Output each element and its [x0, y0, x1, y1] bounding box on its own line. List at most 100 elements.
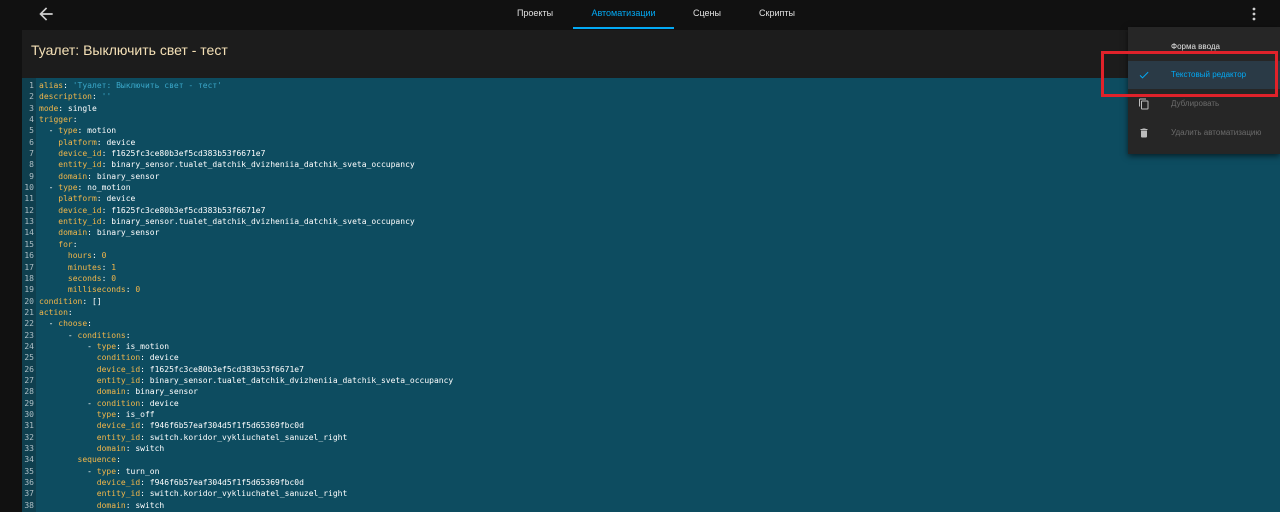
code-text: - choose: [36, 319, 92, 328]
menu-item-delete[interactable]: Удалить автоматизацию [1128, 119, 1280, 147]
code-lines: 1 alias: 'Туалет: Выключить свет - тест' 2… [22, 80, 453, 511]
yaml-value: device [149, 353, 179, 363]
code-line: 3 mode: single [22, 103, 453, 114]
code-text: entity_id: switch.koridor_vykliuchatel_s… [36, 433, 347, 442]
line-number: 13 [24, 217, 34, 227]
yaml-value: is_motion [125, 341, 170, 351]
code-text: domain: binary_sensor [36, 228, 159, 237]
code-text: platform: device [36, 194, 135, 203]
more-options-icon[interactable] [1246, 4, 1262, 24]
line-number: 18 [24, 273, 34, 283]
yaml-key: description [39, 92, 92, 102]
code-line: 33 domain: switch [22, 443, 453, 454]
yaml-key: hours [67, 251, 92, 261]
code-text: entity_id: binary_sensor.tualet_datchik_… [36, 376, 453, 385]
tab-automations[interactable]: Автоматизации [573, 0, 674, 29]
line-number: 17 [24, 262, 34, 272]
yaml-separator: : [116, 455, 121, 465]
code-line: 20 condition: [] [22, 296, 453, 307]
yaml-key: type [58, 126, 78, 136]
yaml-value: binary_sensor.tualet_datchik_dvizheniia_… [111, 160, 415, 170]
yaml-code-editor[interactable]: 1 alias: 'Туалет: Выключить свет - тест' 2… [22, 78, 1280, 512]
code-line: 26 device_id: f1625fc3ce80b3ef5cd383b53f… [22, 364, 453, 375]
code-text: milliseconds: 0 [36, 285, 140, 294]
tab-scenes[interactable]: Сцены [681, 0, 733, 29]
code-text: device_id: f1625fc3ce80b3ef5cd383b53f667… [36, 365, 304, 374]
line-number: 4 [29, 115, 34, 125]
trash-icon [1140, 128, 1148, 138]
line-number: 23 [24, 330, 34, 340]
code-text: mode: single [36, 104, 97, 113]
yaml-value: f1625fc3ce80b3ef5cd383b53f6671e7 [111, 149, 266, 159]
yaml-separator: : [67, 307, 73, 317]
line-number: 20 [24, 296, 34, 306]
code-text: device_id: f1625fc3ce80b3ef5cd383b53f667… [36, 206, 265, 215]
code-line: 7 device_id: f1625fc3ce80b3ef5cd383b53f6… [22, 148, 453, 159]
code-line: 12 device_id: f1625fc3ce80b3ef5cd383b53f… [22, 205, 453, 216]
yaml-separator: : [63, 81, 73, 90]
yaml-separator: : [116, 341, 126, 351]
code-line: 14 domain: binary_sensor [22, 227, 453, 238]
yaml-separator: : [140, 421, 150, 431]
code-text: condition: [] [36, 297, 102, 306]
line-number: 19 [24, 285, 34, 295]
yaml-separator: : [87, 319, 92, 329]
code-line: 1 alias: 'Туалет: Выключить свет - тест' [22, 80, 453, 91]
line-number: 24 [24, 341, 34, 351]
code-text: domain: binary_sensor [36, 172, 159, 181]
code-line: 2 description: '' [22, 91, 453, 102]
code-text: - condition: device [36, 399, 179, 408]
yaml-separator: : [101, 273, 112, 283]
yaml-separator: : [140, 353, 150, 363]
yaml-separator: : [72, 115, 78, 125]
yaml-key: domain [96, 387, 126, 397]
yaml-value: 0 [101, 251, 107, 261]
code-line: 10 - type: no_motion [22, 182, 453, 193]
yaml-separator: : [125, 387, 136, 397]
line-number: 28 [24, 387, 34, 397]
code-line: 36 device_id: f946f6b57eaf304d5f1f5d6536… [22, 477, 453, 488]
yaml-key: platform [58, 137, 97, 147]
yaml-value: f1625fc3ce80b3ef5cd383b53f6671e7 [111, 205, 266, 215]
line-number: 16 [24, 251, 34, 261]
tab-projects[interactable]: Проекты [504, 0, 566, 29]
yaml-key: condition [39, 296, 83, 306]
yaml-separator: : [140, 398, 150, 408]
tab-scripts[interactable]: Скрипты [746, 0, 808, 29]
code-text: sequence: [36, 455, 121, 464]
yaml-separator: : [140, 489, 150, 499]
code-line: 9 domain: binary_sensor [22, 171, 453, 182]
code-line: 23 - conditions: [22, 330, 453, 341]
code-line: 25 condition: device [22, 352, 453, 363]
code-text: hours: 0 [36, 251, 107, 261]
yaml-value: switch.koridor_vykliuchatel_sanuzel_righ… [149, 489, 348, 499]
code-line: 21 action: [22, 307, 453, 318]
yaml-key: milliseconds [67, 285, 126, 295]
yaml-key: type [96, 409, 117, 419]
code-line: 11 platform: device [22, 193, 453, 204]
yaml-key: domain [58, 171, 88, 181]
yaml-value: [] [92, 296, 102, 306]
yaml-key: seconds [67, 273, 102, 283]
yaml-separator: : [77, 126, 88, 136]
line-number: 3 [29, 103, 34, 113]
yaml-separator: : [125, 330, 131, 340]
line-number: 15 [24, 239, 34, 249]
code-line: 31 device_id: f946f6b57eaf304d5f1f5d6536… [22, 420, 453, 431]
yaml-separator: : [101, 217, 112, 227]
top-app-bar: Проекты Автоматизации Сцены Скрипты [0, 0, 1280, 29]
yaml-value: '' [101, 92, 112, 102]
code-line: 18 seconds: 0 [22, 273, 453, 284]
yaml-key: entity_id [58, 160, 102, 170]
